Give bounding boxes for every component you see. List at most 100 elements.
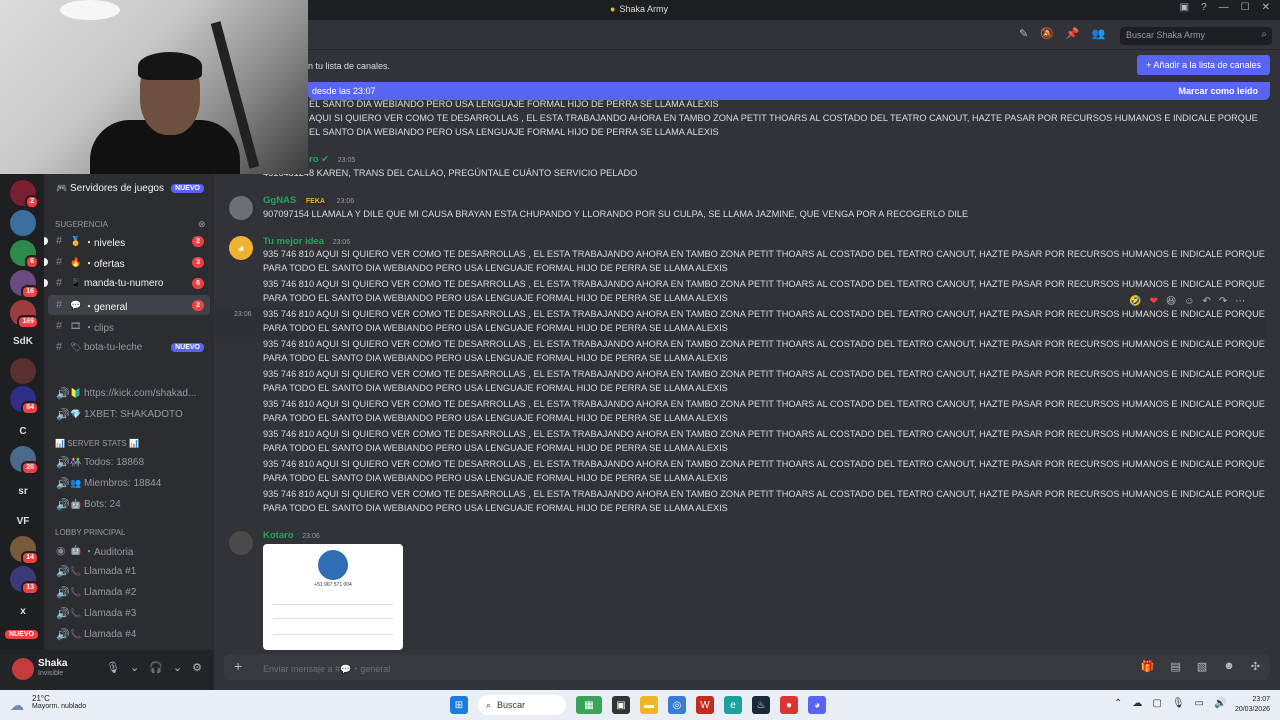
- channel-general[interactable]: # 💬 ・general 2: [48, 295, 210, 315]
- server-icon[interactable]: 169: [10, 300, 39, 329]
- pin-icon[interactable]: 📌: [1066, 27, 1080, 40]
- voice-llamada-3[interactable]: 🔊 📞 Llamada #3: [44, 603, 210, 623]
- inbox-icon[interactable]: ▣: [1180, 2, 1189, 13]
- microphone-icon[interactable]: 🎙: [1172, 698, 1185, 709]
- server-icon[interactable]: 20: [10, 446, 39, 475]
- onedrive-icon[interactable]: ☁: [1132, 698, 1142, 709]
- sticker-icon[interactable]: ▧: [1197, 660, 1207, 673]
- gift-icon[interactable]: 🎁: [1141, 660, 1155, 673]
- avatar[interactable]: [229, 196, 253, 220]
- discord-avatar-icon[interactable]: ◕: [229, 236, 253, 260]
- category-lobby[interactable]: LOBBY PRINCIPAL: [55, 528, 125, 537]
- chevron-up-icon[interactable]: ⌃: [1114, 698, 1122, 709]
- image-attachment[interactable]: +51 967 571 004: [263, 544, 403, 650]
- server-icon[interactable]: 14: [10, 536, 39, 565]
- add-to-channel-list-button[interactable]: + Añadir a la lista de canales: [1137, 55, 1270, 75]
- message-input[interactable]: Enviar mensaje a #💬・general: [263, 662, 390, 675]
- server-icon[interactable]: 2: [10, 180, 39, 209]
- search-input[interactable]: Buscar Shaka Army ⌕: [1120, 27, 1272, 45]
- heart-emoji-icon[interactable]: ❤: [1149, 296, 1157, 307]
- server-icon[interactable]: 84: [10, 386, 39, 415]
- apps-icon[interactable]: ✣: [1251, 660, 1260, 673]
- voice-llamada-2[interactable]: 🔊 📞 Llamada #2: [44, 582, 210, 602]
- browser-icon[interactable]: ◎: [668, 696, 686, 714]
- server-icon[interactable]: 16: [10, 270, 39, 299]
- steam-icon[interactable]: ♨: [752, 696, 770, 714]
- channel-bota-tu-leche[interactable]: # 🏷 bota-tu-leche NUEVO: [44, 337, 210, 357]
- more-icon[interactable]: ⋯: [1235, 296, 1245, 307]
- voice-kick-link[interactable]: 🔊 🔰 https://kick.com/shakad...: [44, 383, 210, 403]
- gear-icon[interactable]: ⚙: [192, 661, 202, 674]
- maximize-button[interactable]: ☐: [1241, 2, 1250, 13]
- message-composer[interactable]: + Enviar mensaje a #💬・general 🎁 ▤ ▧ ☻ ✣: [224, 654, 1270, 680]
- channel-niveles[interactable]: # 🏅 ・niveles 2: [44, 231, 210, 251]
- discord-taskbar-icon[interactable]: ◕: [808, 696, 826, 714]
- server-vf[interactable]: VF: [10, 508, 36, 534]
- tray-app-icon[interactable]: ▢: [1152, 698, 1161, 709]
- file-explorer-icon[interactable]: ▬: [640, 696, 658, 714]
- grin-emoji-icon[interactable]: 😆: [1166, 296, 1176, 307]
- add-reaction-icon[interactable]: ☺: [1184, 296, 1194, 307]
- category-server-stats[interactable]: 📊 SERVER STATS 📊: [55, 439, 139, 448]
- server-icon[interactable]: 6: [10, 240, 39, 269]
- stat-miembros[interactable]: 🔊 👥 Miembros: 18844: [44, 473, 210, 493]
- message-author[interactable]: ro ✔ 23:05: [309, 154, 355, 165]
- voice-llamada-4[interactable]: 🔊 📞 Llamada #4: [44, 624, 210, 644]
- channel-manda-tu-numero[interactable]: # 📱 manda-tu-numero 6: [44, 273, 210, 293]
- forward-icon[interactable]: ↷: [1219, 296, 1227, 307]
- stat-bots[interactable]: 🔊 🤖 Bots: 24: [44, 494, 210, 514]
- voice-auditoria[interactable]: ◉ 🤖 ・Auditoria: [44, 540, 210, 560]
- new-messages-bar[interactable]: desde las 23:07 Marcar como leído: [308, 82, 1270, 100]
- gem-icon: 💎: [70, 408, 82, 419]
- category-sugerencia[interactable]: Sugerencia: [55, 220, 108, 229]
- weather-widget[interactable]: ☁ 21°C Mayorm. nublado: [10, 694, 86, 713]
- task-view-icon[interactable]: ▣: [612, 696, 630, 714]
- gif-icon[interactable]: ▤: [1170, 660, 1180, 673]
- mark-as-read-button[interactable]: Marcar como leído: [1178, 86, 1258, 96]
- help-icon[interactable]: ?: [1201, 2, 1207, 13]
- server-icon[interactable]: [10, 358, 36, 384]
- channel-clips[interactable]: # 🎞 ・clips: [44, 316, 210, 336]
- members-icon[interactable]: 👥: [1092, 27, 1106, 40]
- add-attachment-icon[interactable]: +: [234, 658, 242, 674]
- channel-ofertas[interactable]: # 🔥 ・ofertas 3: [44, 252, 210, 272]
- chevron-down-icon[interactable]: ⌄: [130, 661, 139, 674]
- message-author[interactable]: Tu mejor idea 23:06: [263, 236, 350, 247]
- windows-start-icon[interactable]: ⊞: [450, 696, 468, 714]
- laugh-emoji-icon[interactable]: 🤣: [1129, 296, 1141, 307]
- sidebar-item-game-servers[interactable]: 🎮 Servidores de juegos NUEVO: [44, 178, 210, 198]
- chrome-icon[interactable]: ●: [780, 696, 798, 714]
- edge-icon[interactable]: e: [724, 696, 742, 714]
- minimize-button[interactable]: —: [1219, 2, 1229, 13]
- mute-icon[interactable]: 🔕: [1040, 27, 1054, 40]
- office-icon[interactable]: W: [696, 696, 714, 714]
- volume-icon[interactable]: 🔊: [1214, 698, 1226, 709]
- voice-1xbet[interactable]: 🔊 💎 1XBET: SHAKADOTO: [44, 404, 210, 424]
- server-icon[interactable]: [10, 210, 36, 236]
- stat-todos[interactable]: 🔊 👫 Todos: 18868: [44, 452, 210, 472]
- chevron-down-icon[interactable]: ⌄: [173, 661, 182, 674]
- server-icon[interactable]: 13: [10, 566, 39, 595]
- server-sr[interactable]: sr: [10, 478, 36, 504]
- message-author[interactable]: Kotaro 23:06: [263, 530, 320, 541]
- network-icon[interactable]: ▭: [1195, 698, 1204, 709]
- microphone-icon[interactable]: 🎙: [106, 661, 120, 674]
- headphones-icon[interactable]: 🎧: [149, 661, 163, 674]
- radio-icon: ◉: [56, 544, 66, 557]
- message-text: PARA TODO EL SANTO DIA WEBIANDO PERO USA…: [263, 323, 728, 333]
- game-app-icon[interactable]: ▦: [576, 696, 602, 714]
- server-x[interactable]: x: [10, 598, 36, 624]
- server-sdk[interactable]: SdK: [10, 328, 36, 354]
- clock[interactable]: 23:07 20/03/2026: [1235, 695, 1270, 715]
- reply-icon[interactable]: ↶: [1203, 296, 1211, 307]
- close-button[interactable]: ✕: [1262, 2, 1270, 13]
- voice-llamada-1[interactable]: 🔊 📞 Llamada #1: [44, 561, 210, 581]
- close-icon[interactable]: ⊗: [198, 219, 206, 230]
- taskbar-search[interactable]: ⌕ Buscar: [478, 695, 566, 715]
- server-c[interactable]: C: [10, 418, 36, 444]
- avatar[interactable]: [229, 531, 253, 555]
- message-author[interactable]: GgNAS FEKA 23:06: [263, 195, 354, 206]
- threads-icon[interactable]: ✎: [1019, 27, 1028, 40]
- emoji-icon[interactable]: ☻: [1223, 660, 1235, 673]
- avatar[interactable]: [12, 658, 34, 680]
